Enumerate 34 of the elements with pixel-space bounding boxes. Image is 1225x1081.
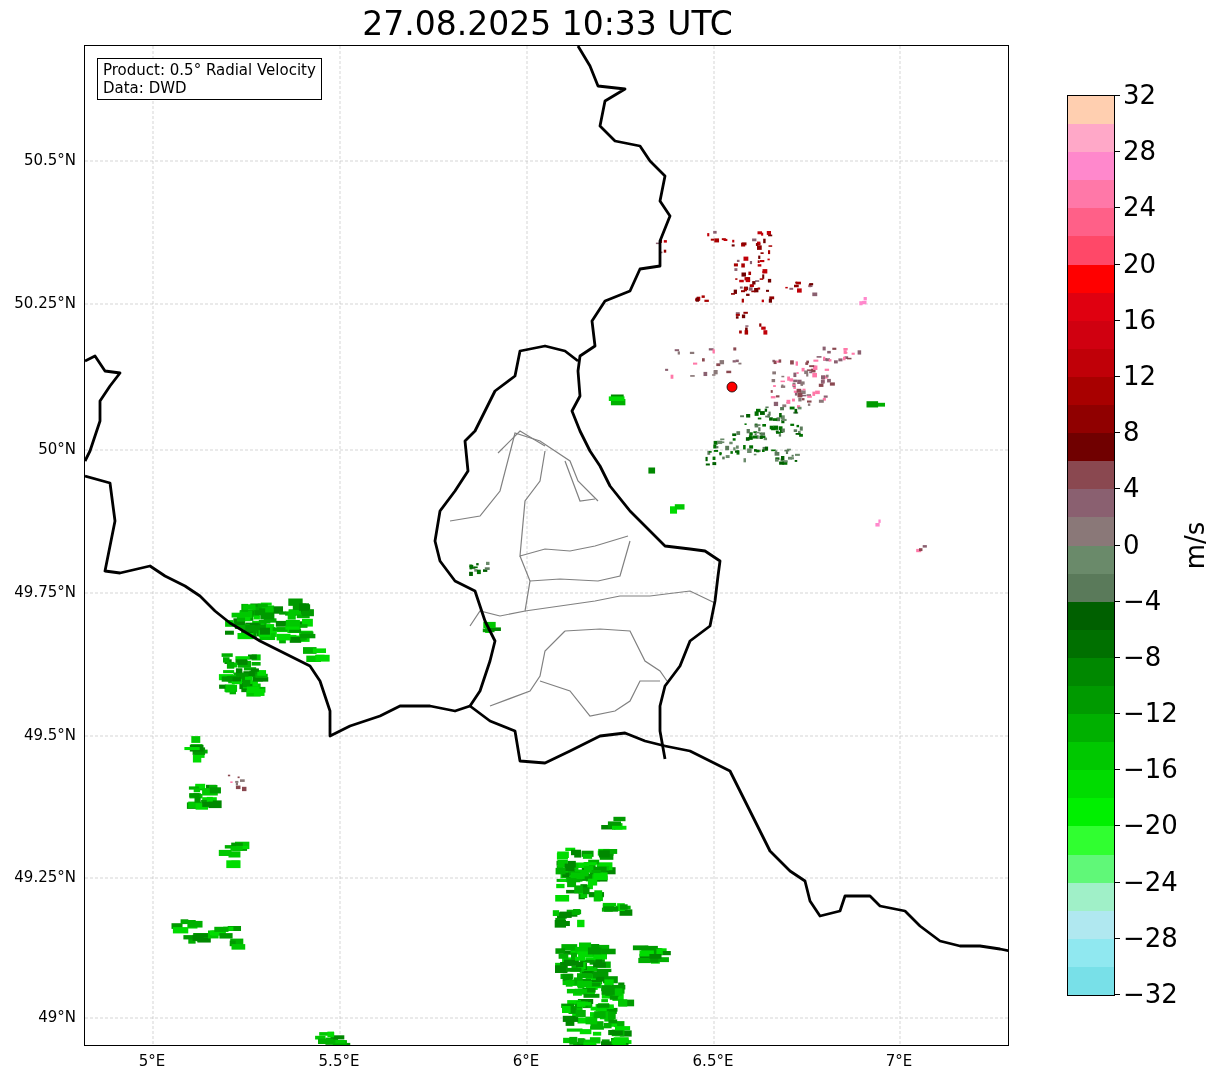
colorbar-tick-label: 8 <box>1123 417 1140 448</box>
latitude-label: 50.25°N <box>14 294 76 312</box>
latitude-label: 49.5°N <box>23 726 76 744</box>
info-text: Data: DWD <box>103 79 188 97</box>
latitude-label: 49.75°N <box>14 583 76 601</box>
latitude-label: 50°N <box>38 440 76 458</box>
colorbar-tick-label: −12 <box>1123 698 1178 729</box>
colorbar-tick-label: −4 <box>1123 585 1162 616</box>
longitude-label: 6.5°E <box>692 1052 734 1070</box>
colorbar-tick-label: 12 <box>1123 360 1157 391</box>
colorbar-tick-label: 0 <box>1123 529 1140 560</box>
radar-site-marker <box>726 381 738 393</box>
longitude-label: 7°E <box>885 1052 913 1070</box>
latitude-label: 49.25°N <box>14 868 76 886</box>
longitude-label: 5.5°E <box>318 1052 360 1070</box>
colorbar-tick-label: 16 <box>1123 304 1157 335</box>
latitude-label: 50.5°N <box>23 151 76 169</box>
longitude-label: 5°E <box>138 1052 166 1070</box>
longitude-label: 6°E <box>512 1052 540 1070</box>
chart-title: 27.08.2025 10:33 UTC <box>362 3 733 45</box>
colorbar-label: m/s <box>1178 520 1211 572</box>
colorbar-tick-label: 28 <box>1123 136 1157 167</box>
colorbar-tick-label: −20 <box>1123 810 1178 841</box>
colorbar-tick-label: −32 <box>1123 979 1178 1009</box>
colorbar-tick-label: 20 <box>1123 248 1157 279</box>
latitude-label: 49°N <box>38 1008 76 1026</box>
colorbar-tick-label: 32 <box>1123 80 1157 110</box>
colorbar-tick-label: 24 <box>1123 192 1157 223</box>
colorbar-tick-label: −28 <box>1123 922 1178 953</box>
colorbar-tick-label: 4 <box>1123 473 1140 504</box>
info-text: Product: 0.5° Radial Velocity <box>103 61 316 79</box>
colorbar-tick-label: −8 <box>1123 641 1162 672</box>
colorbar-tick-label: −16 <box>1123 754 1178 785</box>
colorbar-tick-label: −24 <box>1123 866 1178 897</box>
